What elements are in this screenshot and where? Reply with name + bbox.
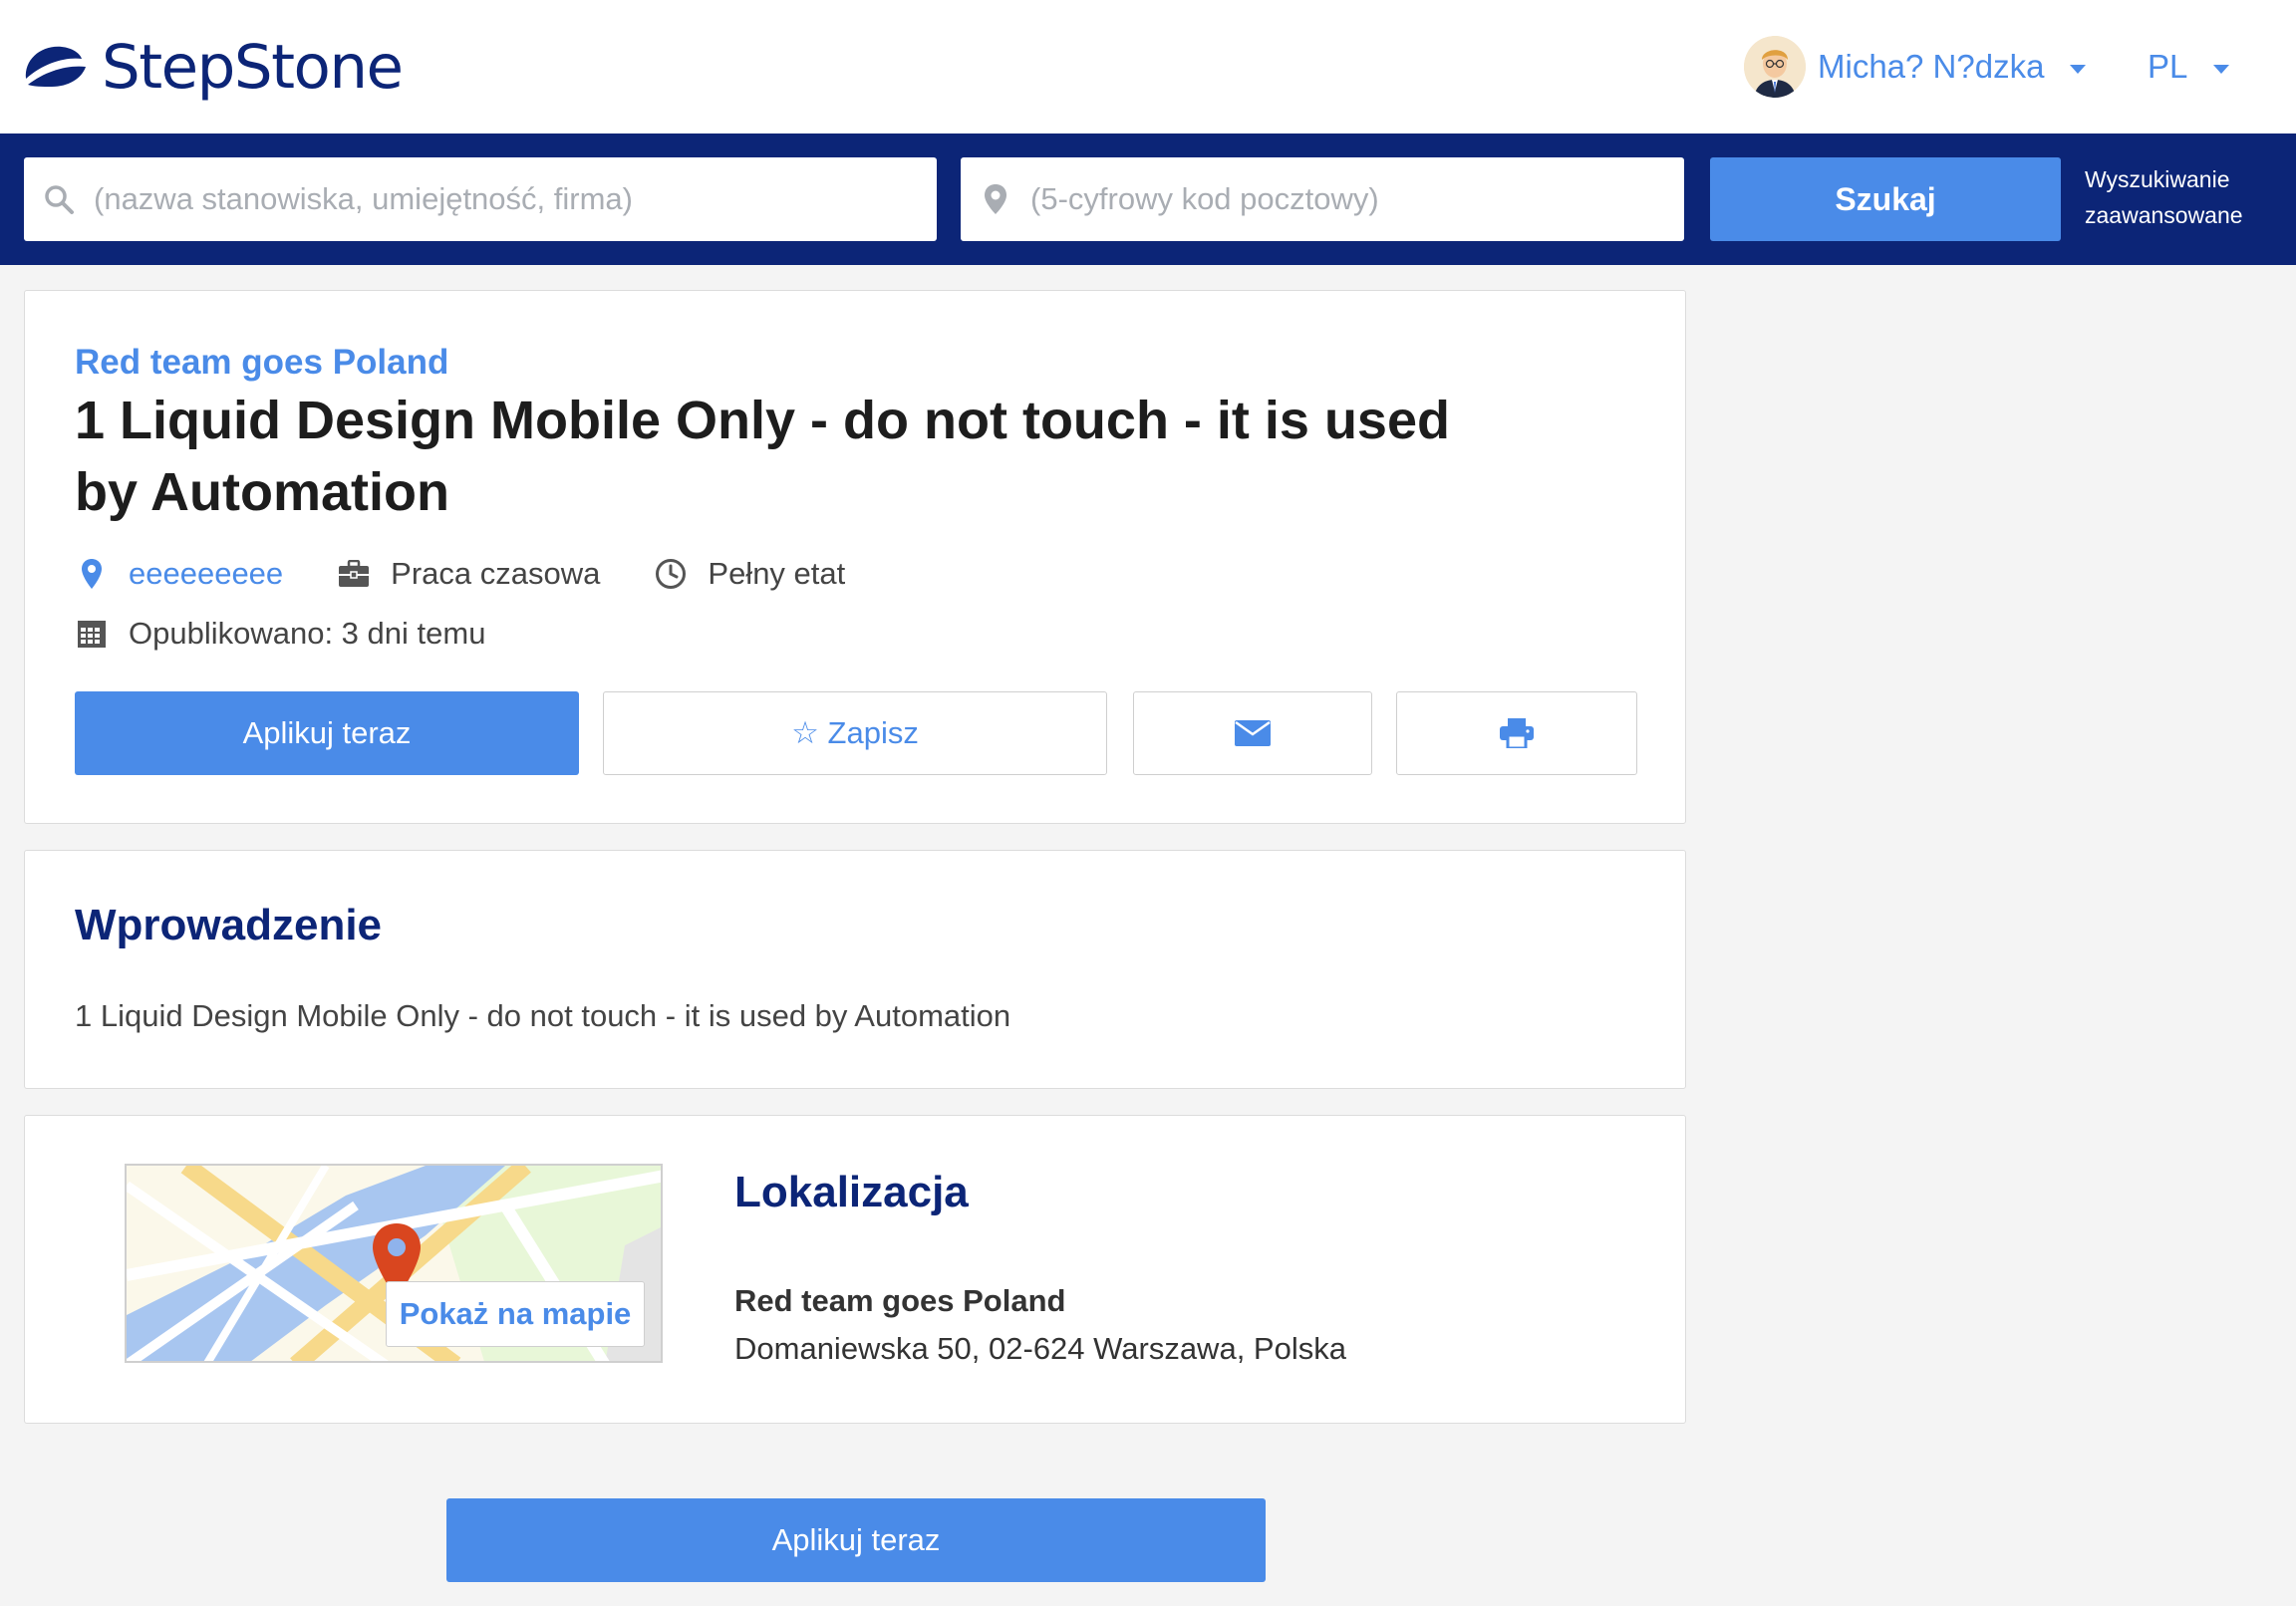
stepstone-logo-icon: [25, 46, 86, 87]
avatar: [1744, 36, 1806, 98]
search-icon: [24, 183, 94, 215]
job-search-input[interactable]: [94, 157, 937, 241]
logo-text: StepStone: [102, 32, 404, 103]
location-card: Pokaż na mapie Lokalizacja Red team goes…: [24, 1115, 1686, 1424]
search-button[interactable]: Szukaj: [1710, 157, 2061, 241]
location-address: Domaniewska 50, 02-624 Warszawa, Polska: [734, 1331, 1346, 1366]
company-name-link[interactable]: Red team goes Poland: [75, 343, 448, 383]
calendar-icon: [75, 617, 109, 651]
map-thumbnail[interactable]: Pokaż na mapie: [125, 1164, 663, 1363]
advanced-search-line1: Wyszukiwanie: [2085, 166, 2230, 192]
job-schedule: Pełny etat: [654, 556, 845, 592]
save-button[interactable]: ☆ Zapisz: [603, 691, 1107, 775]
published-label: Opublikowano: 3 dni temu: [129, 616, 486, 651]
job-contract-type: Praca czasowa: [337, 556, 600, 592]
job-header-card: Red team goes Poland 1 Liquid Design Mob…: [24, 290, 1686, 824]
chevron-down-icon: [2213, 64, 2230, 74]
clock-icon: [654, 557, 688, 591]
chevron-down-icon: [2070, 64, 2087, 74]
job-location-link[interactable]: eeeeeeeee: [129, 556, 283, 592]
user-name: Micha? N?dzka: [1818, 48, 2045, 85]
language-selector[interactable]: PL: [2148, 34, 2230, 100]
job-published-row: Opublikowano: 3 dni temu: [75, 610, 539, 658]
job-published: Opublikowano: 3 dni temu: [75, 616, 485, 652]
user-menu[interactable]: Micha? N?dzka: [1744, 34, 2087, 100]
envelope-icon: [1235, 720, 1271, 746]
top-header: StepStone Micha? N?dzka PL: [0, 0, 2296, 134]
schedule-label: Pełny etat: [708, 556, 846, 591]
zip-search-field[interactable]: [961, 157, 1684, 241]
job-search-field[interactable]: [24, 157, 937, 241]
location-pin-icon: [961, 183, 1030, 215]
search-bar: Szukaj Wyszukiwanie zaawansowane: [0, 134, 2296, 265]
contract-type-label: Praca czasowa: [391, 556, 601, 591]
stepstone-logo[interactable]: StepStone: [22, 30, 404, 105]
job-title: 1 Liquid Design Mobile Only - do not tou…: [75, 391, 1450, 522]
apply-button[interactable]: Aplikuj teraz: [75, 691, 579, 775]
advanced-search-line2: zaawansowane: [2085, 202, 2243, 228]
intro-card: Wprowadzenie 1 Liquid Design Mobile Only…: [24, 850, 1686, 1089]
print-button[interactable]: [1396, 691, 1637, 775]
briefcase-icon: [337, 557, 371, 591]
location-company-name: Red team goes Poland: [734, 1283, 1066, 1318]
zip-code-input[interactable]: [1030, 157, 1684, 241]
location-pin-icon: [75, 557, 109, 591]
intro-text: 1 Liquid Design Mobile Only - do not tou…: [75, 998, 1011, 1033]
job-location: eeeeeeeee: [75, 556, 283, 592]
intro-heading: Wprowadzenie: [75, 901, 383, 949]
advanced-search-link[interactable]: Wyszukiwanie zaawansowane: [2085, 161, 2274, 233]
location-heading: Lokalizacja: [734, 1168, 969, 1216]
show-on-map-button[interactable]: Pokaż na mapie: [386, 1281, 645, 1347]
email-button[interactable]: [1133, 691, 1372, 775]
job-meta-row: eeeeeeeee Praca czasowa Pełny etat: [75, 550, 899, 598]
bottom-apply-button[interactable]: Aplikuj teraz: [446, 1498, 1266, 1582]
printer-icon: [1500, 718, 1534, 748]
language-label: PL: [2148, 48, 2188, 85]
